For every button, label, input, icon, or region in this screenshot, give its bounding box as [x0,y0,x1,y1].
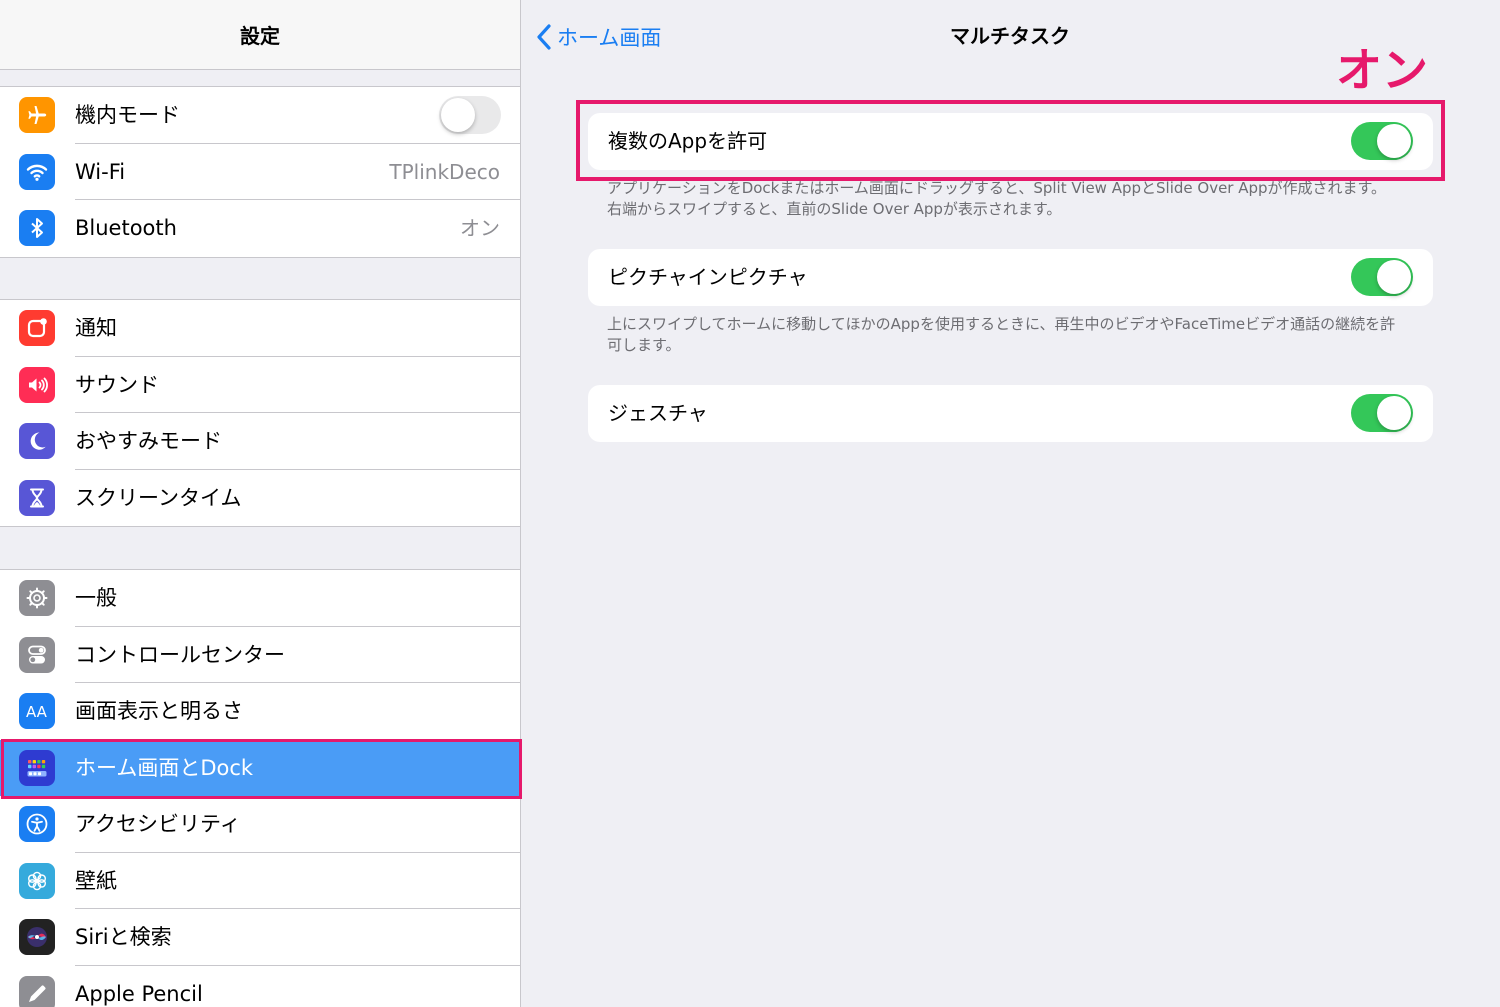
picture-in-picture-toggle[interactable] [1351,258,1413,296]
setting-label: ジェスチャ [608,401,708,425]
setting-label: ピクチャインピクチャ [608,265,808,289]
gestures-toggle[interactable] [1351,394,1413,432]
footer-line: 上にスワイプしてホームに移動してほかのAppを使用するときに、再生中のビデオやF… [607,315,1396,333]
moon-icon [19,423,55,459]
airplane-mode-toggle[interactable] [439,96,501,134]
sidebar-title: 設定 [240,24,280,48]
gear-icon [19,580,55,616]
sidebar-item-siri-search[interactable]: Siriと検索 [0,909,520,966]
sidebar-item-label: コントロールセンター [75,642,285,667]
svg-text:AA: AA [26,703,48,721]
bluetooth-icon [19,210,55,246]
sidebar-item-do-not-disturb[interactable]: おやすみモード [0,413,520,470]
wifi-network-value: TPlinkDeco [389,159,500,184]
siri-icon [19,919,55,955]
setting-row-multiple-apps: 複数のAppを許可 [588,113,1433,170]
text-size-icon: AA [19,693,55,729]
speaker-icon [19,366,55,403]
settings-group-notifications: 通知 サウンド おやすみモード スクリーンタイム [0,299,520,527]
sidebar-item-airplane-mode[interactable]: 機内モード [0,87,520,144]
accessibility-icon [19,806,55,842]
sidebar-item-bluetooth[interactable]: Bluetooth オン [0,200,520,257]
allow-multiple-apps-toggle[interactable] [1351,122,1413,160]
sidebar-item-label: 画面表示と明るさ [75,699,243,723]
sidebar-item-label: 一般 [75,586,117,610]
sidebar-item-label: Wi-Fi [75,159,126,184]
sidebar-item-label: Bluetooth [75,216,177,240]
setting-row-picture-in-picture: ピクチャインピクチャ [588,249,1433,306]
settings-group-general: 一般 コントロールセンター AA 画面表示と明るさ ホーム画面とDock アクセ… [0,569,520,1007]
setting-footer-multiple-apps: アプリケーションをDockまたはホーム画面にドラッグすると、Split View… [607,178,1417,220]
sidebar-item-label: スクリーンタイム [75,485,242,510]
airplane-icon [19,97,55,133]
sidebar-header: 設定 [0,0,520,70]
annotation-label: オン [1336,43,1428,97]
setting-label: 複数のAppを許可 [608,129,768,153]
sidebar-item-label: 機内モード [75,103,180,127]
hourglass-icon [19,479,55,516]
back-label: ホーム画面 [557,26,662,50]
sidebar-item-label: おやすみモード [75,429,222,453]
sidebar-item-screen-time[interactable]: スクリーンタイム [0,470,520,527]
flower-icon [19,862,55,899]
sidebar-item-apple-pencil[interactable]: Apple Pencil [0,966,520,1007]
home-grid-icon [19,749,55,786]
sidebar-item-accessibility[interactable]: アクセシビリティ [0,796,520,853]
page-title: マルチタスク [950,24,1070,48]
sidebar-item-wallpaper[interactable]: 壁紙 [0,853,520,909]
chevron-left-icon [537,24,551,50]
sidebar-item-label: 壁紙 [75,868,117,893]
sidebar-item-label: Apple Pencil [75,981,203,1006]
sidebar-item-label: アクセシビリティ [75,812,241,836]
notifications-icon [19,310,55,346]
footer-line: 右端からスワイプすると、直前のSlide Over Appが表示されます。 [607,200,1062,218]
sidebar-item-sounds[interactable]: サウンド [0,357,520,413]
settings-group-connectivity: 機内モード Wi-Fi TPlinkDeco Bluetooth オン [0,86,520,258]
setting-row-gestures: ジェスチャ [588,385,1433,442]
back-button[interactable]: ホーム画面 [535,18,661,56]
sidebar-item-label: サウンド [75,372,159,397]
wifi-icon [19,153,55,190]
sidebar-item-general[interactable]: 一般 [0,570,520,627]
sidebar-item-wifi[interactable]: Wi-Fi TPlinkDeco [0,144,520,200]
footer-line: アプリケーションをDockまたはホーム画面にドラッグすると、Split View… [607,179,1387,197]
setting-footer-picture-in-picture: 上にスワイプしてホームに移動してほかのAppを使用するときに、再生中のビデオやF… [607,314,1417,356]
sidebar-item-home-screen-dock[interactable]: ホーム画面とDock [0,739,520,796]
sidebar-item-control-center[interactable]: コントロールセンター [0,627,520,683]
switches-icon [19,636,55,673]
sidebar-item-label: 通知 [75,316,117,340]
settings-sidebar: 設定 機内モード Wi-Fi TPlinkDeco Bluetooth オン 通… [0,0,521,1007]
sidebar-item-display-brightness[interactable]: AA 画面表示と明るさ [0,683,520,740]
footer-line: 可します。 [607,336,681,354]
bluetooth-status-value: オン [460,216,500,240]
sidebar-item-label: Siriと検索 [75,925,172,949]
sidebar-item-label: ホーム画面とDock [75,755,254,780]
sidebar-item-notifications[interactable]: 通知 [0,300,520,357]
pencil-icon [19,975,55,1007]
